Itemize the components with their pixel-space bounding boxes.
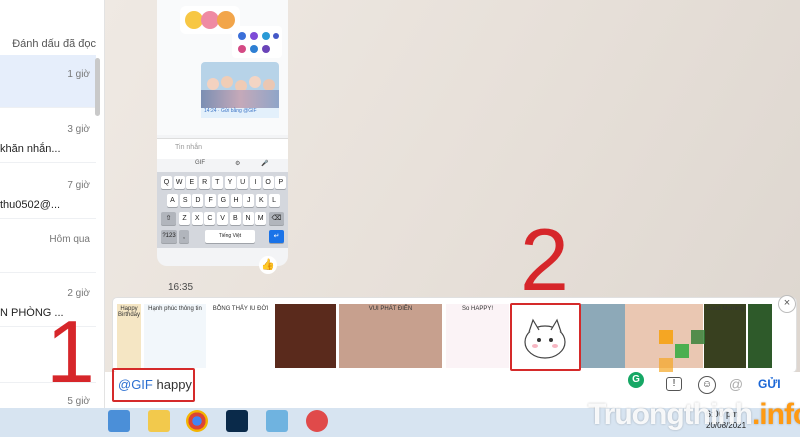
mark-all-read-link[interactable]: Đánh dấu đã đọc <box>12 38 96 50</box>
close-icon[interactable]: × <box>778 295 796 313</box>
watermark-main: Truongthinh <box>588 398 753 431</box>
gif-caption: VUI PHÁT ĐIÊN <box>368 306 413 312</box>
gif-thumbnail[interactable]: BỖNG THẤY IU ĐỜI <box>209 304 272 368</box>
space-key: Tiếng Việt <box>205 230 255 243</box>
gif-thumbnail[interactable]: Happy Birthday <box>117 304 141 368</box>
conversation-time: Hôm qua <box>49 234 90 245</box>
keyboard-key: D <box>192 194 204 207</box>
gif-thumbnail[interactable] <box>275 304 336 368</box>
comma-key: , <box>179 230 189 243</box>
app-icon-red[interactable] <box>306 410 328 432</box>
microphone-icon: 🎤 <box>261 161 269 167</box>
keyboard-key: G <box>217 194 229 207</box>
conversation-time: 1 giờ <box>67 69 90 80</box>
like-icon[interactable]: 👍 <box>259 256 277 274</box>
keyboard-key: B <box>229 212 241 225</box>
keyboard-key: X <box>191 212 203 225</box>
file-explorer-icon[interactable] <box>148 410 170 432</box>
keyboard-key: P <box>275 176 287 189</box>
symbols-key: ?123 <box>161 230 177 243</box>
step-number-2: 2 <box>520 210 569 309</box>
conversation-item[interactable]: 3 giờ khăn nhắn... <box>0 110 96 163</box>
watermark-text: Truongthinh.info <box>588 398 800 432</box>
photo-caption: 14:24 · Gửi bằng @GIF <box>201 108 279 118</box>
sticker-bubble <box>180 6 240 34</box>
sidebar-scrollbar[interactable] <box>95 58 100 116</box>
keyboard-key: Y <box>224 176 236 189</box>
step-number-1: 1 <box>46 302 95 401</box>
sticker-grid-icon <box>232 26 282 58</box>
phone-input-placeholder: Tin nhắn <box>175 144 202 151</box>
keyboard-key: M <box>255 212 267 225</box>
shift-key: ⇧ <box>161 212 176 225</box>
highlight-composer-query <box>112 368 195 402</box>
keyboard-key: R <box>199 176 211 189</box>
gif-caption: Hạnh phúc thông tin <box>148 306 202 312</box>
send-button[interactable]: GỬI <box>758 377 781 391</box>
conversation-item[interactable]: 1 giờ <box>0 55 96 108</box>
highlight-selected-gif <box>510 303 581 371</box>
conversation-time: 7 giờ <box>67 180 90 191</box>
onscreen-keyboard: Q W E R T Y U I O P A S D F G H J K L Z X C V B N M ⇧ ⌫ ?123, Tiếng V… <box>157 172 288 248</box>
keyboard-toolbar: GIF ⚙ 🎤 <box>157 158 288 170</box>
keyboard-key: W <box>173 176 185 189</box>
watermark-suffix: .info <box>751 398 800 431</box>
gif-thumbnail[interactable]: So HAPPY! <box>446 304 509 368</box>
sticker-image <box>185 11 235 29</box>
keyboard-key: I <box>249 176 261 189</box>
keyboard-key: V <box>217 212 229 225</box>
keyboard-key: F <box>205 194 217 207</box>
backspace-key: ⌫ <box>269 212 284 225</box>
conversation-item[interactable]: Hôm qua <box>0 220 96 273</box>
photoshop-icon[interactable] <box>226 410 248 432</box>
phone-message-input: Tin nhắn <box>157 138 288 159</box>
keyboard-key: U <box>237 176 249 189</box>
quick-message-icon[interactable]: ! <box>666 377 682 391</box>
gif-caption: So HAPPY! <box>461 306 493 312</box>
grammarly-icon[interactable]: G <box>628 372 644 388</box>
conversation-item[interactable]: 7 giờ thu0502@... <box>0 166 96 219</box>
keyboard-key: C <box>204 212 216 225</box>
conversation-time: 2 giờ <box>67 288 90 299</box>
keyboard-key: E <box>186 176 198 189</box>
keyboard-key: A <box>167 194 178 207</box>
gif-key: GIF <box>195 160 205 166</box>
conversation-time: 3 giờ <box>67 124 90 135</box>
conversation-snippet: thu0502@... <box>0 199 61 211</box>
gif-thumbnail[interactable] <box>748 304 772 368</box>
snipping-tool-icon[interactable] <box>266 410 288 432</box>
keyboard-key: T <box>211 176 223 189</box>
gif-caption: BỖNG THẤY IU ĐỜI <box>212 306 269 312</box>
conversation-snippet: khăn nhắn... <box>0 143 61 155</box>
settings-icon: ⚙ <box>235 161 241 167</box>
keyboard-key: Q <box>161 176 172 189</box>
message-timestamp: 16:35 <box>168 282 194 293</box>
phone-screenshot-image[interactable]: 14:24 · Gửi bằng @GIF Tin nhắn GIF ⚙ 🎤 Q… <box>157 0 288 266</box>
keyboard-key: N <box>242 212 254 225</box>
mention-icon[interactable]: @ <box>728 376 744 392</box>
keyboard-key: Z <box>179 212 190 225</box>
keyboard-key: K <box>255 194 267 207</box>
gif-thumbnail[interactable]: Hạnh phúc thông tin <box>144 304 206 368</box>
gif-thumbnail[interactable]: VUI PHÁT ĐIÊN <box>339 304 442 368</box>
phone-chat-preview: 14:24 · Gửi bằng @GIF <box>157 0 288 135</box>
app-icon-zalo[interactable] <box>108 410 130 432</box>
enter-key: ↵ <box>269 230 284 243</box>
gif-thumbnail[interactable]: Good Morning <box>704 304 746 368</box>
keyboard-key: O <box>262 176 274 189</box>
keyboard-key: H <box>230 194 242 207</box>
gif-caption: Happy Birthday <box>117 306 140 318</box>
keyboard-key: S <box>179 194 191 207</box>
keyboard-key: J <box>243 194 255 207</box>
chrome-icon[interactable] <box>186 410 208 432</box>
gif-caption: Good Morning <box>705 306 745 312</box>
keyboard-key: L <box>268 194 280 207</box>
emoji-icon[interactable]: ☺ <box>698 376 716 394</box>
